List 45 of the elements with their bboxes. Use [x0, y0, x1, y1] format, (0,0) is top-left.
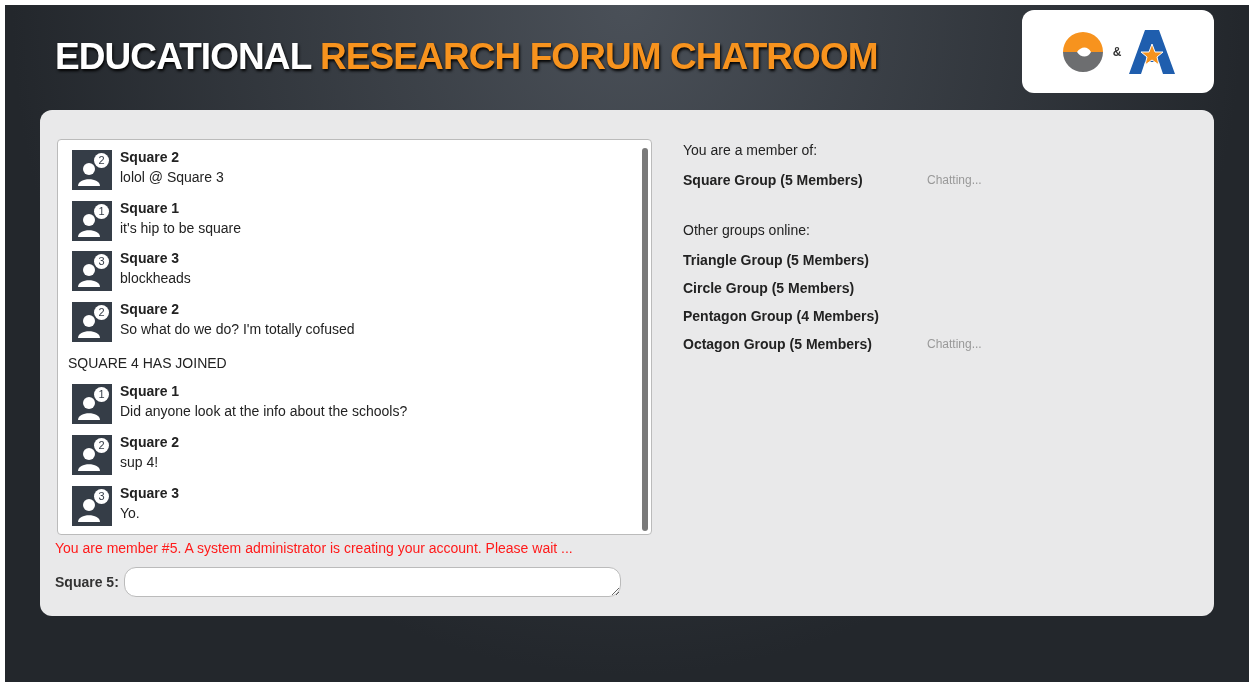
circle-logo-icon	[1060, 29, 1105, 74]
message-text: Yo.	[120, 503, 141, 523]
member-number-badge: 3	[94, 254, 109, 270]
message-author: Square 2	[120, 299, 181, 319]
letter-a-star-logo-icon	[1129, 29, 1176, 74]
person-icon	[77, 263, 101, 288]
message-text: lolol @ Square 3	[120, 168, 224, 187]
message-author: Square 3	[120, 483, 180, 503]
message-author: Square 2	[120, 148, 181, 167]
person-icon	[77, 396, 101, 421]
member-number-badge: 2	[94, 437, 109, 453]
message-author: Square 1	[120, 198, 181, 218]
message-author: Square 3	[120, 249, 181, 269]
page-title: EDUCATIONAL RESEARCH FORUM CHATROOM	[55, 35, 878, 79]
member-number-badge: 2	[94, 153, 109, 168]
group-status: Chatting...	[927, 172, 982, 189]
member-number-badge: 1	[94, 387, 109, 403]
message-input[interactable]	[123, 567, 621, 597]
input-label: Square 5:	[55, 572, 119, 592]
group-name: Circle Group (5 Members)	[683, 278, 856, 298]
message-author: Square 2	[120, 432, 180, 452]
person-icon	[77, 497, 101, 522]
member-number-badge: 1	[94, 203, 109, 219]
group-name: Triangle Group (5 Members)	[683, 250, 870, 270]
message-text: it's hip to be square	[120, 218, 241, 238]
message-text: sup 4!	[120, 452, 160, 472]
section-heading: You are a member of:	[683, 141, 819, 160]
member-number-badge: 3	[94, 488, 109, 504]
person-icon	[77, 313, 101, 338]
member-number-badge: 2	[94, 304, 109, 320]
person-icon	[77, 212, 101, 237]
message-text: Did anyone look at the info about the schools?	[120, 402, 408, 422]
group-name: Pentagon Group (4 Members)	[683, 306, 881, 326]
person-icon	[77, 446, 101, 471]
section-heading: Other groups online:	[683, 221, 811, 240]
group-status: Chatting...	[927, 336, 982, 353]
message-text: So what do we do? I'm totally cofused	[120, 319, 355, 339]
logo-ampersand: &	[1112, 43, 1122, 61]
status-notice: You are member #5. A system administrator is creating your account. Please wait ...	[55, 539, 574, 558]
join-notice: SQUARE 4 HAS JOINED	[68, 355, 227, 372]
message-text: blockheads	[120, 269, 191, 289]
group-name: Octagon Group (5 Members)	[683, 334, 874, 354]
person-icon	[77, 162, 101, 186]
message-author: Square 1	[120, 382, 181, 402]
group-name: Square Group (5 Members)	[683, 170, 864, 190]
